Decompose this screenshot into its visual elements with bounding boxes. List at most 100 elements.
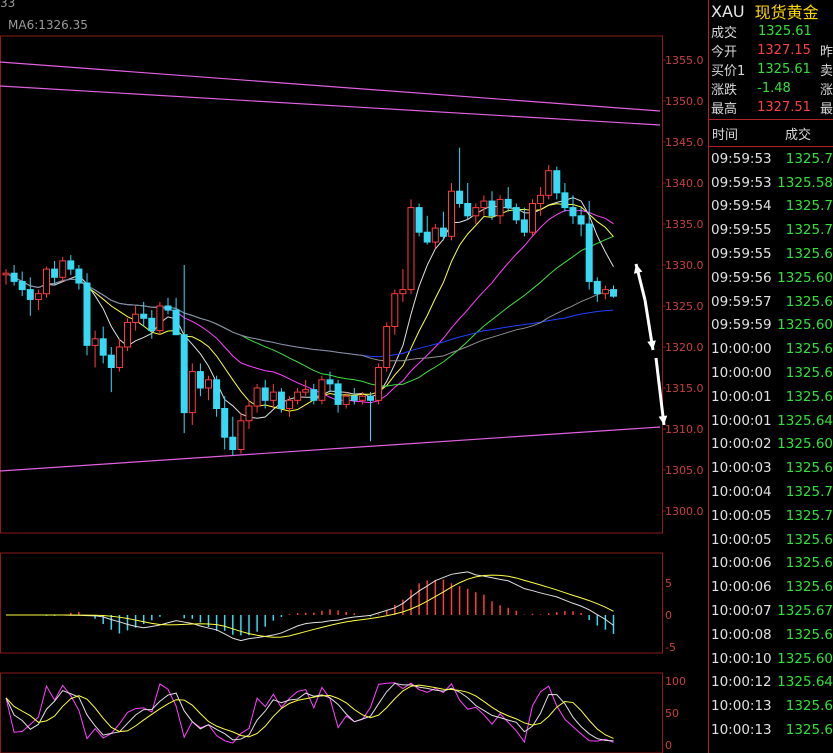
macd-panel-frame [0, 552, 663, 654]
quote-label: 买价1 [711, 64, 746, 79]
kdj-panel-frame [0, 672, 663, 753]
candle-body [569, 207, 577, 217]
price-axis-label: 1305.0 [665, 464, 704, 477]
tick-row[interactable]: 09:59:59 1325.60 [709, 314, 833, 338]
candle-body [342, 395, 350, 405]
quote-extra: 昨 [819, 45, 833, 60]
candle-body [180, 334, 188, 414]
kdj-j-line [5, 682, 614, 744]
tick-time: 10:00:07 [711, 603, 772, 620]
tick-row[interactable]: 10:00:13 1325.6 [709, 694, 833, 718]
tick-row[interactable]: 10:00:08 1325.6 [709, 623, 833, 647]
candle-body [593, 280, 601, 295]
tick-row[interactable]: 10:00:01 1325.6 [709, 385, 833, 409]
tick-row[interactable]: 10:00:01 1325.64 [709, 409, 833, 433]
tick-time: 09:59:55 [711, 246, 772, 263]
candle-body [350, 395, 358, 401]
candle-body [34, 293, 42, 300]
tick-row[interactable]: 10:00:04 1325.7 [709, 480, 833, 504]
candle-body [269, 391, 277, 401]
trendline-upper-1 [0, 61, 661, 112]
tick-row[interactable]: 10:00:06 1325.6 [709, 575, 833, 599]
tick-row[interactable]: 09:59:53 1325.58 [709, 171, 833, 195]
tick-price: 1325.60 [777, 436, 833, 453]
symbol-name: 现货黄金 [754, 3, 819, 22]
candle-body [124, 321, 131, 348]
candle-body [545, 170, 553, 196]
tick-price: 1325.7 [785, 150, 833, 167]
candle-body [205, 379, 212, 389]
candle-body [10, 272, 18, 282]
tick-price: 1325.67 [777, 603, 833, 620]
candle-body [601, 289, 609, 295]
quote-row: 最高 1327.51 最 [709, 98, 833, 117]
tick-row[interactable]: 10:00:07 1325.67 [709, 599, 833, 623]
tick-row[interactable]: 10:00:05 1325.6 [709, 528, 833, 552]
tick-row[interactable]: 10:00:13 1325.6 [709, 718, 833, 742]
quote-label: 今开 [711, 45, 738, 60]
tick-price: 1325.64 [777, 674, 833, 691]
tick-list[interactable]: 09:59:53 1325.7 09:59:53 1325.58 09:59:54 132… [709, 147, 833, 742]
tick-time: 09:59:53 [711, 150, 772, 167]
candle-body [83, 282, 91, 346]
quote-value: 1327.15 [757, 43, 811, 58]
tick-time: 10:00:01 [711, 388, 772, 405]
candle-body [115, 346, 123, 368]
tick-price: 1325.6 [785, 698, 833, 715]
candle-body [188, 371, 196, 414]
tick-price: 1325.7 [785, 484, 833, 501]
tick-row[interactable]: 10:00:05 1325.7 [709, 504, 833, 528]
ma10-line [5, 203, 614, 412]
ma20-line [5, 209, 614, 404]
price-axis-label: 1315.0 [665, 382, 704, 395]
tick-time: 10:00:05 [711, 507, 772, 524]
tick-price: 1325.6 [785, 246, 833, 263]
tick-row[interactable]: 10:00:03 1325.6 [709, 456, 833, 480]
tick-header-price: 成交 [785, 127, 812, 143]
kdj-axis-label: 50 [665, 707, 679, 720]
tick-row[interactable]: 10:00:12 1325.64 [709, 671, 833, 695]
tick-row[interactable]: 10:00:00 1325.6 [709, 361, 833, 385]
tick-row[interactable]: 09:59:53 1325.7 [709, 147, 833, 171]
tick-time: 10:00:00 [711, 341, 772, 358]
candle-body [520, 219, 528, 233]
tick-price: 1325.60 [777, 650, 833, 667]
candle-body [2, 272, 10, 276]
tick-row[interactable]: 10:00:10 1325.60 [709, 647, 833, 671]
tick-row[interactable]: 10:00:00 1325.6 [709, 337, 833, 361]
tick-price: 1325.7 [785, 507, 833, 524]
trendline-lower [0, 426, 661, 472]
candle-body [464, 203, 472, 217]
candle-body [439, 227, 447, 237]
chart-area[interactable]: 33 MA6:1326.35 1355.0 1350.0 1345.0 1340.0 1… [0, 0, 708, 753]
tick-price: 1325.6 [785, 579, 833, 596]
candle-body [407, 207, 415, 291]
candle-body [334, 383, 342, 405]
candle-body [302, 389, 310, 393]
tick-row[interactable]: 10:00:02 1325.60 [709, 433, 833, 457]
candle-body [415, 207, 423, 233]
tick-row[interactable]: 09:59:55 1325.6 [709, 242, 833, 266]
candle-body [358, 395, 366, 401]
candle-body [164, 305, 172, 311]
tick-row[interactable]: 09:59:54 1325.7 [709, 195, 833, 219]
tick-price: 1325.60 [777, 269, 833, 286]
tick-row[interactable]: 09:59:56 1325.60 [709, 266, 833, 290]
quote-block: 成交 1325.61 今开 1327.15 昨 买价1 1325.61 卖 涨跌… [709, 22, 833, 120]
tick-time: 10:00:05 [711, 531, 772, 548]
tick-time: 10:00:00 [711, 365, 772, 382]
quote-label: 最高 [711, 102, 738, 117]
quote-value: -1.48 [757, 81, 791, 96]
tick-row[interactable]: 09:59:57 1325.6 [709, 290, 833, 314]
kline-chart[interactable]: 1355.0 1350.0 1345.0 1340.0 1335.0 1330.0 1325… [0, 0, 708, 753]
tick-price: 1325.6 [785, 388, 833, 405]
candle-body [318, 379, 326, 401]
candle-body [383, 326, 391, 368]
tick-row[interactable]: 09:59:55 1325.7 [709, 218, 833, 242]
tick-row[interactable]: 10:00:06 1325.6 [709, 552, 833, 576]
tick-price: 1325.6 [785, 531, 833, 548]
tick-time: 10:00:04 [711, 484, 772, 501]
macd-dea-line [6, 574, 614, 638]
main-panel-frame [0, 35, 663, 534]
tick-time: 09:59:56 [711, 269, 772, 286]
